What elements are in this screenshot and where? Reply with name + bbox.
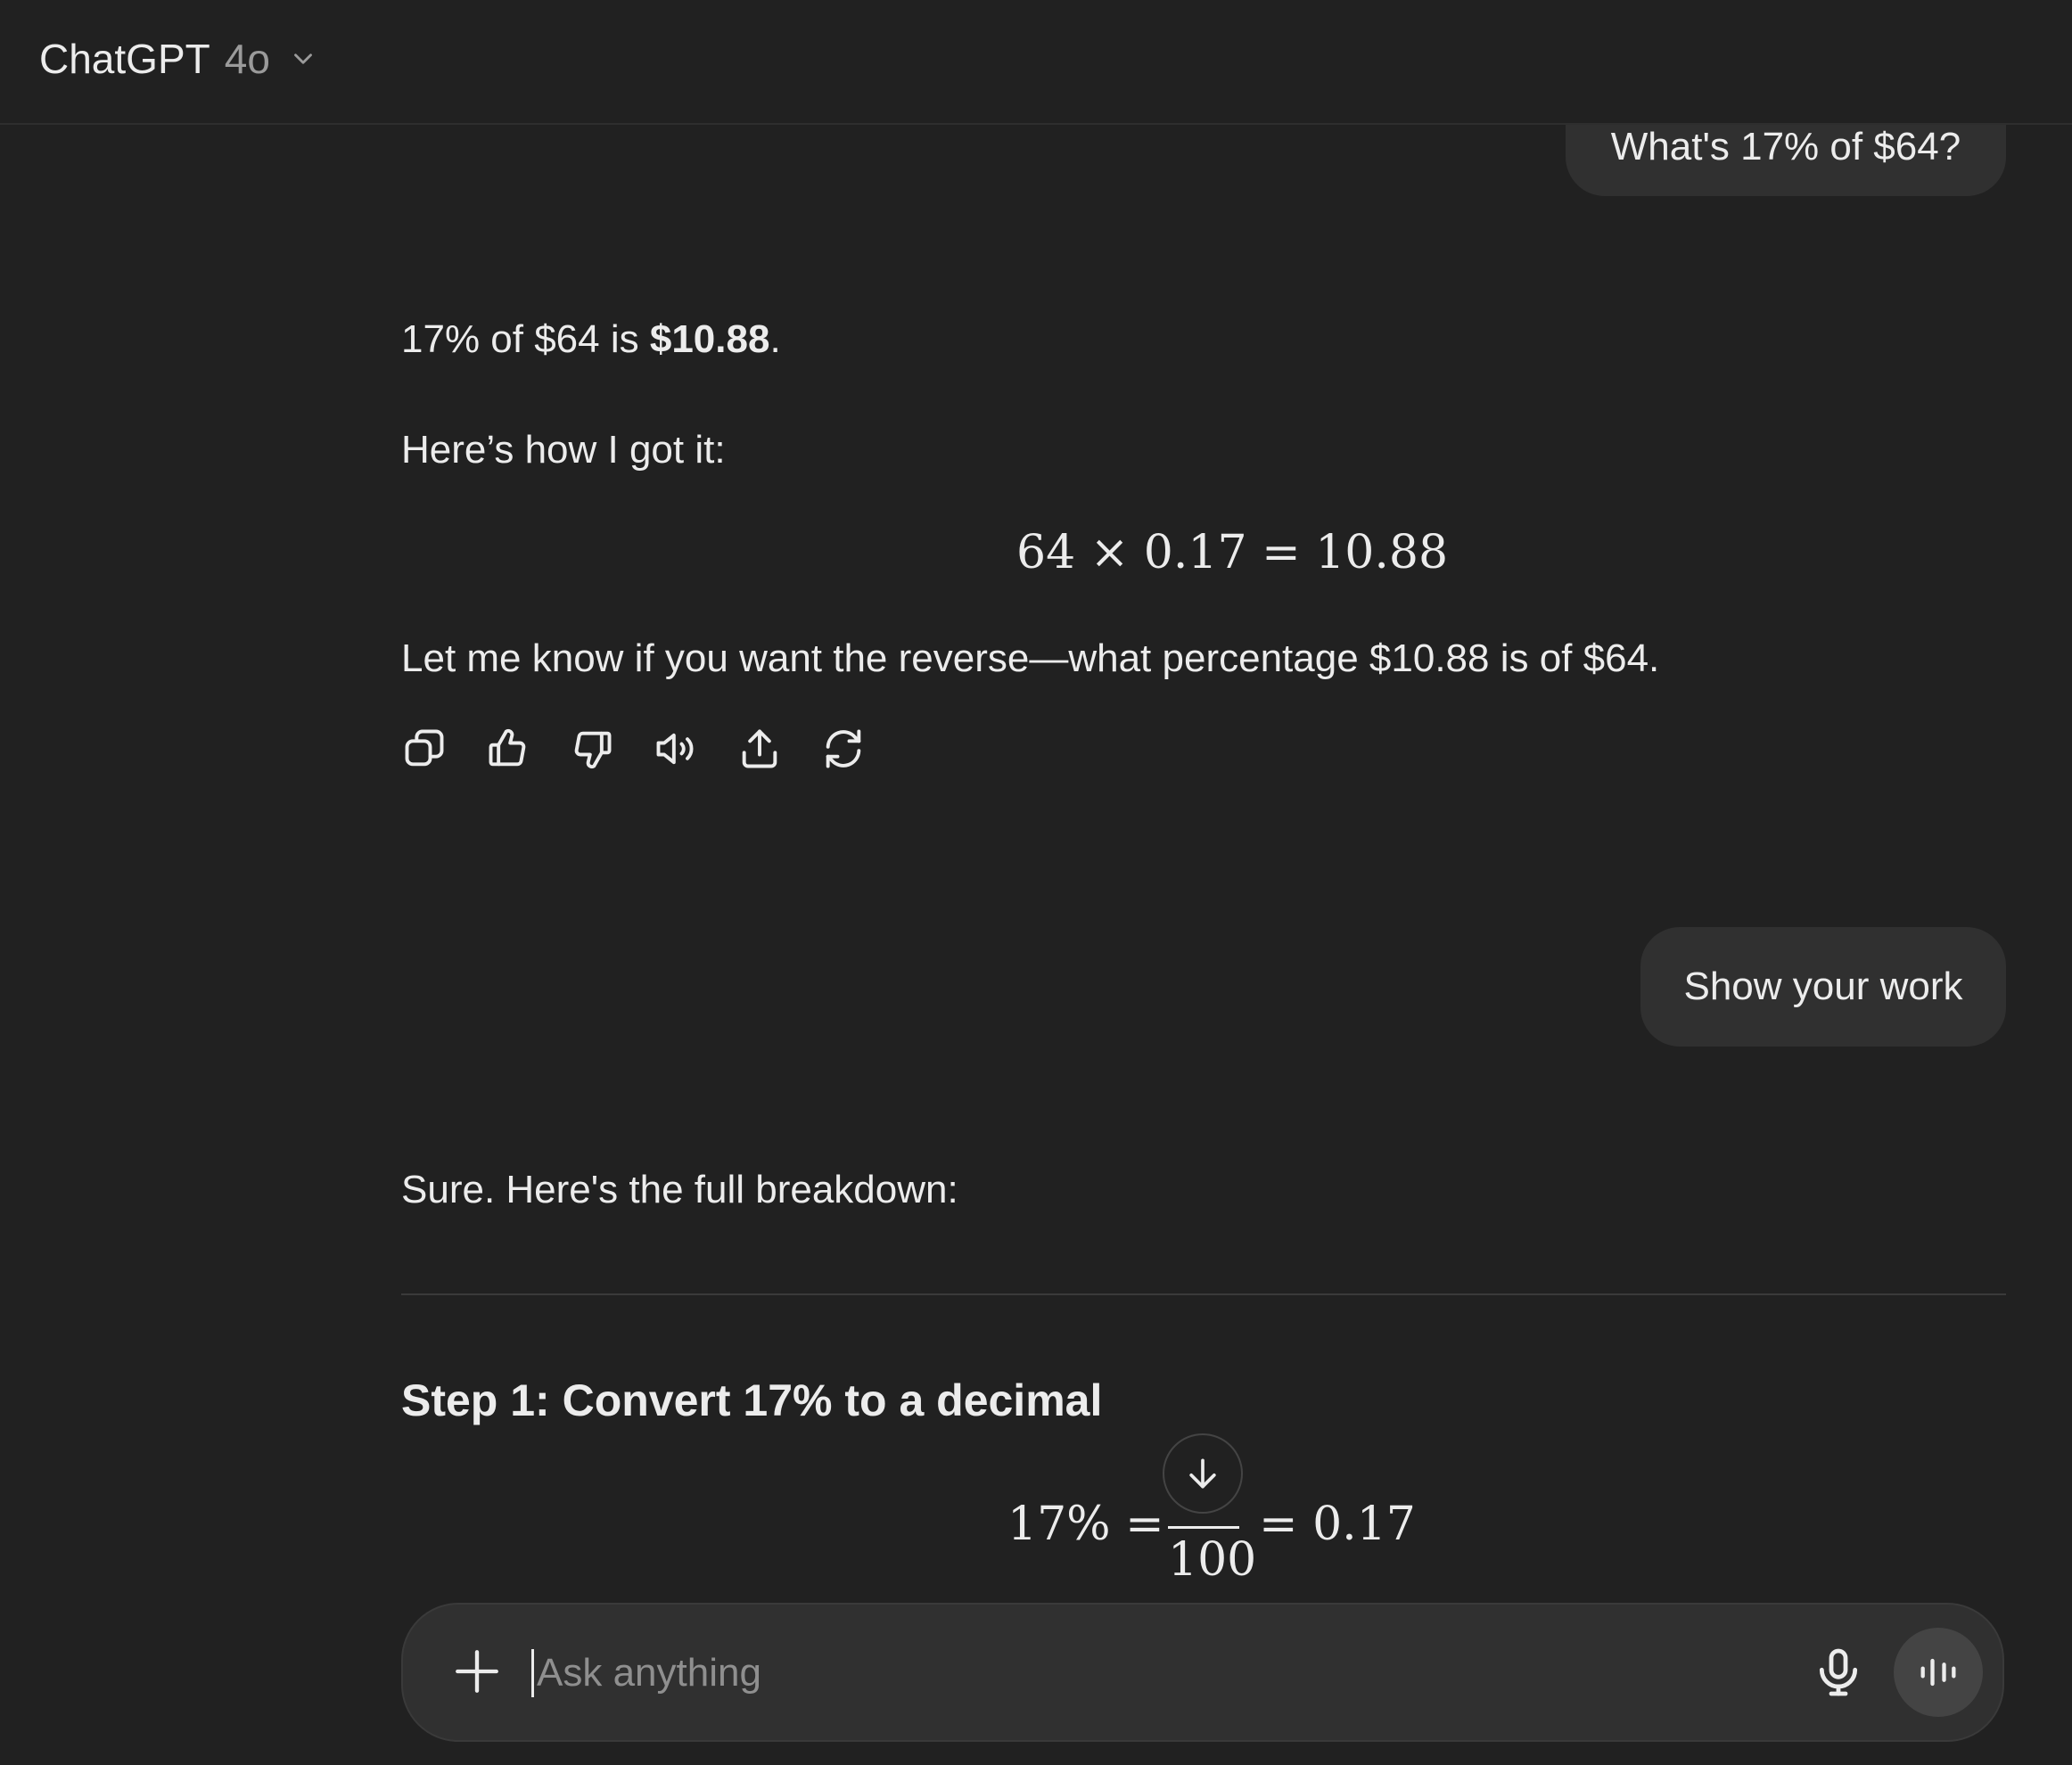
message-actions (401, 726, 867, 772)
fraction-denominator: 100 (1168, 1533, 1257, 1587)
share-icon (742, 729, 777, 768)
read-aloud-button[interactable] (653, 726, 699, 772)
voice-waveform-icon (1920, 1658, 1956, 1687)
assistant-intro: Sure. Here's the full breakdown: (401, 1168, 958, 1211)
assistant-explanation-intro: Here’s how I got it: (401, 428, 726, 472)
regenerate-button[interactable] (820, 726, 867, 772)
model-version: 4o (224, 36, 270, 82)
user-message-text: What's 17% of $64? (1610, 125, 1961, 168)
math-equation: 64 × 0.17 = 10.88 (1016, 526, 1449, 579)
assistant-answer: 17% of $64 is $10.88. (401, 317, 781, 362)
chevron-down-icon (293, 53, 312, 64)
arrow-down-icon (1189, 1458, 1216, 1489)
user-message-text: Show your work (1683, 965, 1963, 1008)
answer-suffix: . (769, 317, 781, 361)
voice-mode-button[interactable] (1894, 1628, 1983, 1717)
composer (401, 1603, 2004, 1742)
top-bar: ChatGPT 4o (0, 0, 2072, 125)
thumbs-down-icon (574, 731, 612, 768)
equation-rhs: = 0.17 (1259, 1498, 1416, 1551)
model-switcher[interactable]: ChatGPT 4o (39, 32, 318, 86)
answer-value: $10.88 (649, 317, 770, 361)
message-input[interactable] (535, 1638, 1742, 1708)
thumbs-up-icon (489, 729, 526, 767)
plus-icon[interactable] (451, 1646, 503, 1697)
equation-lhs: 17% = (1007, 1498, 1164, 1551)
thumbs-up-button[interactable] (485, 726, 531, 772)
fraction-bar (1168, 1526, 1239, 1529)
chat-page: ChatGPT 4o What's 17% of $64? 17% of $64… (0, 0, 2072, 1765)
read-aloud-icon (656, 733, 694, 765)
model-name: ChatGPT (39, 36, 210, 82)
copy-button[interactable] (401, 726, 448, 772)
regenerate-icon (826, 729, 861, 768)
thumbs-down-button[interactable] (569, 726, 615, 772)
step-heading: Step 1: Convert 17% to a decimal (401, 1375, 1103, 1425)
user-message-bubble: Show your work (1640, 927, 2006, 1047)
assistant-followup: Let me know if you want the reverse—what… (401, 636, 1660, 680)
answer-prefix: 17% of $64 is (401, 317, 650, 361)
divider (401, 1293, 2006, 1295)
copy-icon (405, 729, 444, 767)
share-button[interactable] (736, 726, 783, 772)
text-caret (531, 1649, 534, 1697)
scroll-to-bottom-button[interactable] (1163, 1433, 1243, 1514)
microphone-icon[interactable] (1810, 1644, 1867, 1701)
